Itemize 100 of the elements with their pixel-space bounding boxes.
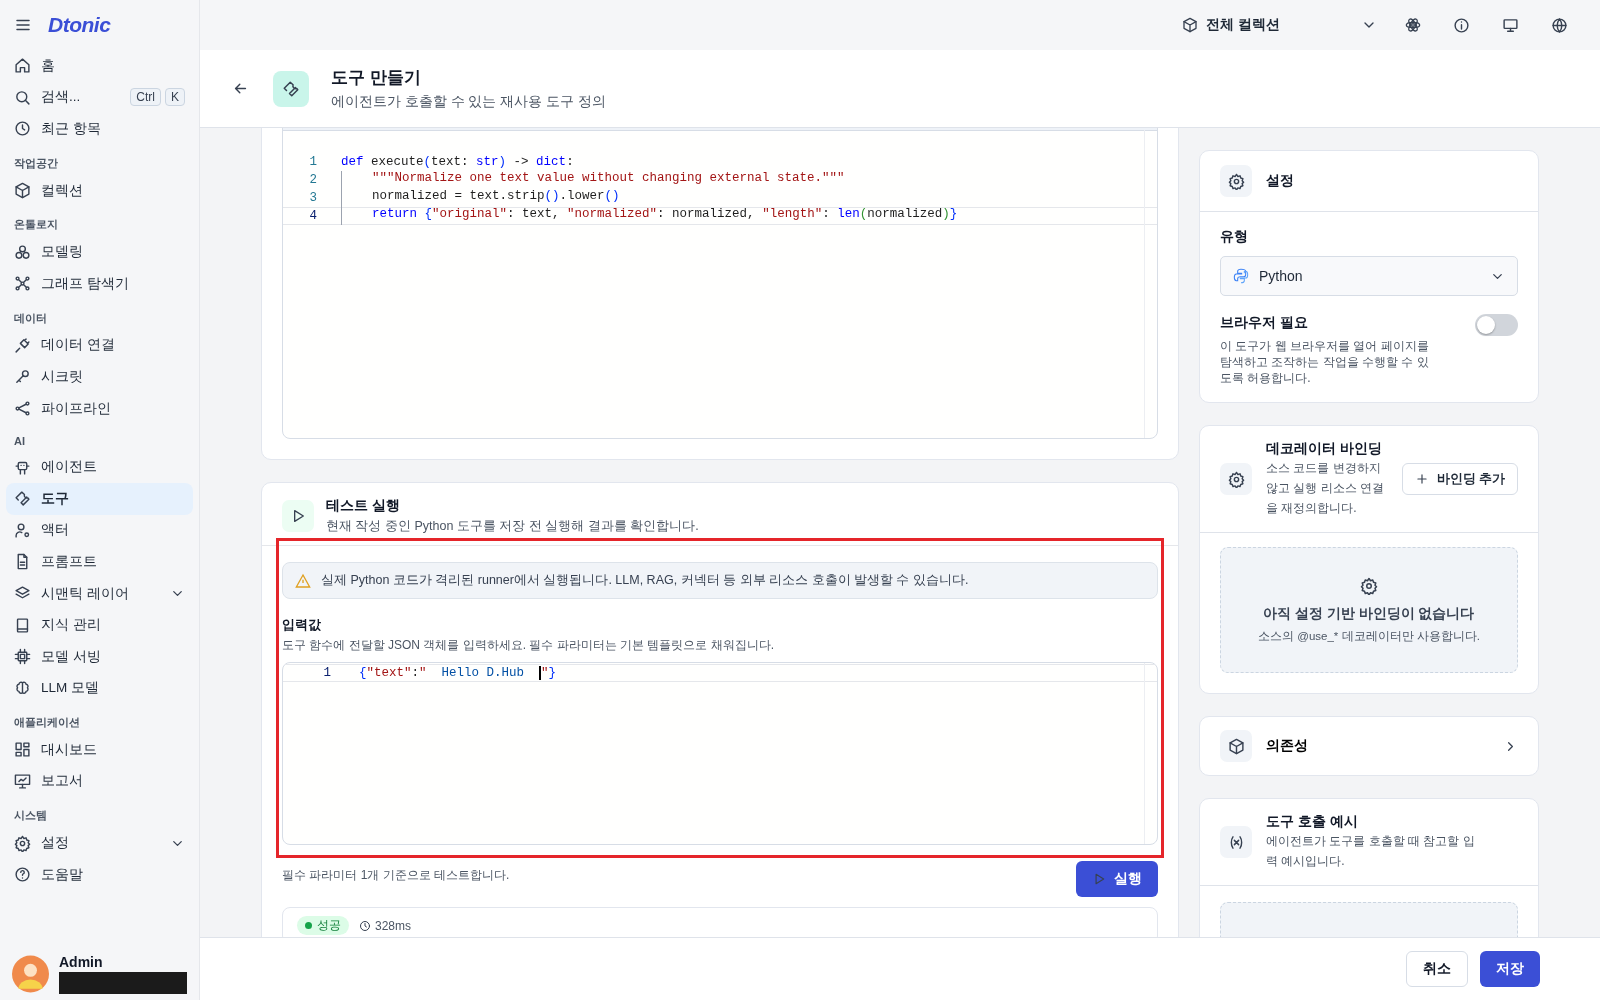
gear-code-icon (1360, 576, 1378, 595)
section-description: 현재 작성 중인 Python 도구를 저장 전 실행해 결과를 확인합니다. (326, 518, 699, 535)
circles-icon (14, 243, 31, 261)
nav-section-label: 시스템 (13, 808, 48, 824)
clock-icon (14, 120, 31, 138)
empty-title: 아직 설정 기반 바인딩이 없습니다 (1263, 604, 1475, 623)
cube-icon (1182, 17, 1198, 33)
globe-icon (1551, 16, 1568, 34)
shortcut-key: Ctrl (130, 88, 161, 107)
info-icon (1453, 16, 1470, 34)
nodes-icon (14, 400, 31, 418)
play-icon (1092, 872, 1106, 886)
card-title: 데코레이터 바인딩 (1266, 440, 1383, 458)
nav-item[interactable]: 파이프라인 (6, 392, 193, 425)
nav-item[interactable]: 도움말 (6, 858, 193, 891)
field-label: 유형 (1220, 228, 1249, 246)
gear-code-icon (1227, 470, 1245, 488)
json-input-editor[interactable]: 1 {"text":" Hello D.Hub "} (282, 662, 1158, 845)
nav-item[interactable]: 모델 서빙 (6, 640, 193, 673)
card-description: 소스 코드를 변경하지 않고 실행 리소스 연결을 재정의합니다. (1266, 460, 1385, 517)
collection-dropdown[interactable]: 전체 컬렉션 (1182, 16, 1377, 34)
nav-item[interactable]: 홈 (6, 50, 193, 82)
section-title: 테스트 실행 (326, 497, 401, 515)
user-gear-icon (14, 521, 31, 539)
nav-item[interactable]: LLM 모델 (6, 672, 193, 705)
run-button[interactable]: 실행 (1076, 861, 1158, 897)
duration-text: 328ms (359, 918, 412, 933)
field-description: 이 도구가 웹 브라우저를 열어 페이지를 탐색하고 조작하는 작업을 수행할 수 있도록 허용합니다. (1220, 338, 1430, 386)
chip-icon (14, 648, 31, 666)
code-line: normalized = text.strip().lower() (329, 189, 620, 207)
card-description: 에이전트가 도구를 호출할 때 참고할 입력 예시입니다. (1266, 833, 1476, 870)
network-icon (14, 275, 31, 293)
page-title: 도구 만들기 (331, 67, 422, 89)
nav-section-label: 작업공간 (13, 155, 59, 171)
type-select[interactable]: Python (1220, 256, 1518, 296)
python-icon (1233, 268, 1249, 284)
card-title: 도구 호출 예시 (1266, 813, 1359, 831)
line-number: 3 (308, 191, 318, 205)
nav-item[interactable]: 대시보드 (6, 734, 193, 766)
line-number: 1 (308, 155, 318, 169)
nav-item[interactable]: 보고서 (6, 765, 193, 798)
nav-item[interactable]: 모델링 (6, 236, 193, 268)
settings-icon (14, 834, 31, 852)
line-number: 2 (308, 173, 318, 187)
presentation-icon (14, 773, 31, 790)
nav-item[interactable]: 액터 (6, 514, 193, 547)
test-note: 필수 파라미터 1개 기준으로 테스트합니다. (282, 867, 510, 884)
code-line: def execute(text: str) -> dict: (340, 155, 574, 169)
status-badge: 성공 (297, 916, 349, 935)
book-icon (14, 616, 31, 634)
nav-section-label: 데이터 (13, 310, 48, 326)
line-number: 4 (308, 209, 318, 223)
nav-section-label: 애플리케이션 (13, 715, 81, 731)
dependencies-row[interactable]: 의존성 (1199, 716, 1539, 776)
brain-icon (14, 679, 31, 697)
nav-item[interactable]: 검색... Ctrl K (6, 81, 193, 114)
line-number: 1 (322, 666, 332, 680)
field-label: 입력값 (282, 617, 322, 634)
nav-item[interactable]: 지식 관리 (6, 609, 193, 641)
card-title: 설정 (1266, 172, 1294, 190)
field-label: 브라우저 필요 (1220, 314, 1309, 332)
nav-item[interactable]: 시크릿 (6, 361, 193, 393)
nav-item[interactable]: 최근 항목 (6, 113, 193, 145)
field-hint: 도구 함수에 전달할 JSON 객체를 입력하세요. 필수 파라미터는 기본 템플릿으로 채워집니다. (282, 637, 775, 654)
page-subtitle: 에이전트가 호출할 수 있는 재사용 도구 정의 (331, 93, 606, 111)
add-binding-button[interactable]: 바인딩 추가 (1401, 463, 1518, 495)
code-line: return {"original": text, "normalized": normalized, "length": len(normalized)} (329, 207, 958, 225)
warning-text: 실제 Python 코드가 격리된 runner에서 실행됩니다. LLM, RAG, 커넥터 등 외부 리소스 호출이 발생할 수 있습니다. (321, 572, 969, 589)
nav-item[interactable]: 설정 (6, 827, 193, 859)
cancel-button[interactable]: 취소 (1406, 951, 1468, 987)
home-icon (14, 57, 31, 75)
shortcut-key: K (165, 88, 185, 107)
key-icon (14, 368, 31, 386)
settings-icon (1227, 172, 1245, 190)
cube-icon (1227, 737, 1245, 755)
nav-item[interactable]: 컬렉션 (6, 174, 193, 207)
nav-item[interactable]: 그래프 탐색기 (6, 267, 193, 300)
search-icon (14, 88, 31, 106)
grid-icon (14, 741, 31, 759)
plug-icon (14, 336, 31, 354)
nav-item[interactable]: 시맨틱 레이어 (6, 577, 193, 610)
json-line: {"text":" Hello D.Hub "} (358, 666, 557, 680)
plus-icon (1414, 472, 1429, 486)
warning-icon (295, 572, 311, 589)
nav-item[interactable]: 프롬프트 (6, 546, 193, 578)
code-line: """Normalize one text value without changing external state.""" (329, 171, 845, 189)
nav-section-label: AI (13, 434, 26, 450)
user-name: Admin (59, 954, 104, 970)
cube-icon (14, 182, 31, 200)
nav-item[interactable]: 데이터 연결 (6, 329, 193, 362)
empty-description: 소스의 @use_* 데코레이터만 사용합니다. (1258, 628, 1480, 644)
nav-section-label: 온톨로지 (13, 217, 59, 233)
clock-icon (359, 919, 371, 932)
nav-item[interactable]: 도구 (6, 482, 193, 515)
nav-item[interactable]: 에이전트 (6, 451, 193, 483)
browser-toggle[interactable] (1475, 314, 1518, 336)
save-button[interactable]: 저장 (1480, 951, 1540, 987)
logo[interactable]: Dtonic (48, 13, 111, 37)
help-icon (14, 866, 31, 884)
monitor-icon (1502, 16, 1519, 34)
